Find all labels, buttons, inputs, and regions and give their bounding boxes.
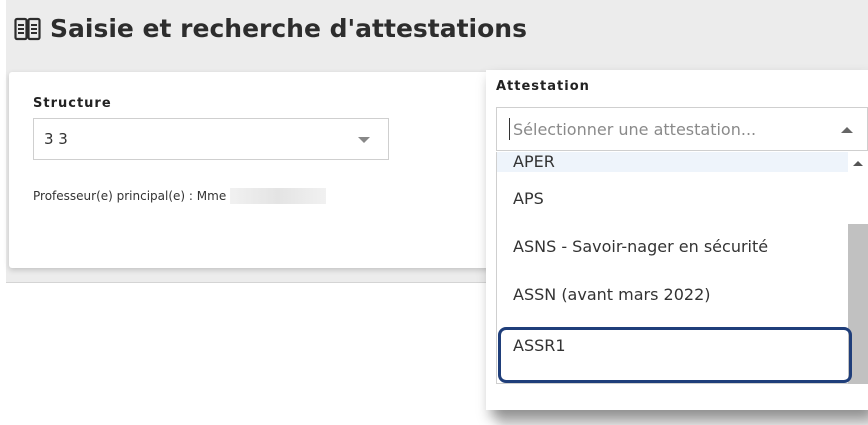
redacted-name — [230, 188, 327, 204]
option-assn[interactable]: ASSN (avant mars 2022) — [497, 276, 848, 314]
page-title: Saisie et recherche d'attestations — [14, 14, 527, 43]
structure-value: 3 3 — [44, 130, 68, 148]
professor-info: Professeur(e) principal(e) : Mme — [33, 188, 327, 204]
attestation-panel: Attestation Sélectionner une attestation… — [486, 70, 868, 410]
option-aps[interactable]: APS — [497, 180, 848, 218]
page-title-text: Saisie et recherche d'attestations — [50, 14, 527, 43]
option-asns[interactable]: ASNS - Savoir-nager en sécurité — [497, 228, 848, 266]
scrollbar-thumb[interactable] — [848, 224, 868, 384]
attestation-options-list: APER APS ASNS - Savoir-nager en sécurité… — [496, 152, 848, 384]
option-aper[interactable]: APER — [497, 152, 848, 172]
open-book-icon — [14, 17, 41, 41]
options-scrollbar[interactable] — [848, 152, 868, 384]
structure-card: Structure 3 3 Professeur(e) principal(e)… — [9, 72, 529, 268]
structure-select[interactable]: 3 3 — [33, 118, 389, 160]
attestation-placeholder: Sélectionner une attestation... — [513, 120, 757, 139]
structure-label: Structure — [33, 96, 112, 111]
option-assr1[interactable]: ASSR1 — [497, 326, 848, 366]
chevron-down-icon — [358, 137, 370, 143]
attestation-search-input[interactable]: Sélectionner une attestation... — [496, 107, 868, 151]
text-cursor — [509, 118, 510, 140]
chevron-up-icon[interactable] — [841, 127, 853, 133]
professor-label: Professeur(e) principal(e) : Mme — [33, 189, 227, 203]
scroll-up-arrow-icon[interactable] — [853, 161, 863, 166]
attestation-label: Attestation — [496, 79, 590, 94]
